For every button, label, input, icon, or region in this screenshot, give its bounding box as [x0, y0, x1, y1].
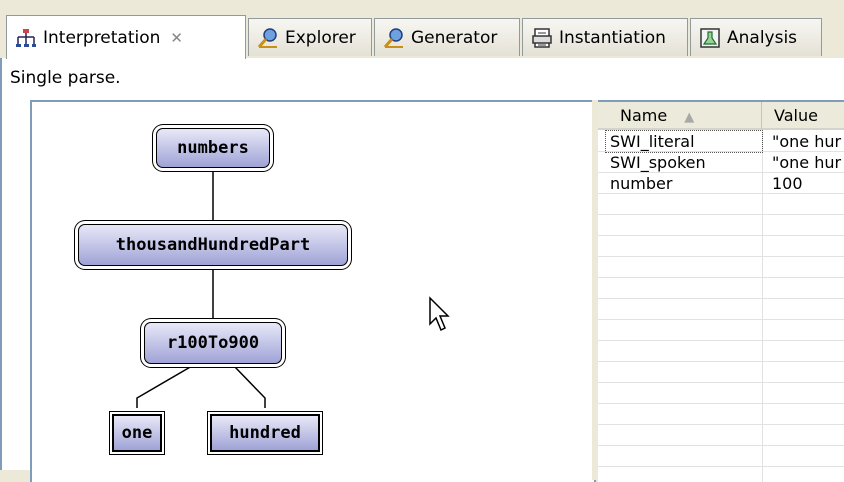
row-divider — [598, 298, 844, 299]
tree-node-root[interactable]: numbers — [156, 128, 270, 168]
column-header-value[interactable]: Value — [762, 102, 844, 130]
property-name-cell[interactable]: number — [606, 173, 762, 194]
tree-node-child[interactable]: thousandHundredPart — [78, 224, 348, 266]
mouse-pointer-icon — [429, 296, 450, 332]
property-value-cell[interactable]: "one hur — [768, 152, 844, 173]
row-divider — [598, 361, 844, 362]
printer-icon — [532, 27, 552, 48]
tab-interpretation[interactable]: Interpretation ✕ — [6, 15, 246, 59]
parse-status: Single parse. — [10, 68, 121, 88]
row-divider — [598, 319, 844, 320]
analysis-icon — [700, 27, 720, 48]
tab-explorer-label: Explorer — [285, 27, 356, 48]
row-divider — [598, 235, 844, 236]
tree-icon — [16, 28, 36, 47]
row-divider — [598, 445, 844, 446]
tab-generator[interactable]: Generator — [374, 18, 520, 56]
row-divider — [598, 277, 844, 278]
row-divider — [598, 214, 844, 215]
property-value-cell[interactable]: 100 — [768, 173, 844, 194]
row-divider — [598, 424, 844, 425]
tab-instantiation[interactable]: Instantiation — [522, 18, 688, 56]
tree-node-grandchild[interactable]: r100To900 — [144, 322, 282, 364]
properties-table: Name ▲ Value SWI_literal "one hur SWI_sp… — [598, 100, 844, 482]
tab-generator-label: Generator — [411, 27, 498, 48]
property-value-cell[interactable]: "one hur — [768, 131, 844, 152]
tab-interpretation-label: Interpretation — [43, 27, 161, 48]
row-divider — [598, 382, 844, 383]
column-header-name-label: Name — [620, 106, 668, 125]
close-icon[interactable]: ✕ — [170, 29, 183, 47]
tab-analysis-label: Analysis — [727, 27, 798, 48]
interpretation-view: Single parse. numbers thousandHundredPar… — [0, 58, 844, 482]
tree-leaf[interactable]: one — [109, 411, 165, 455]
column-divider — [762, 130, 763, 482]
column-header-value-label: Value — [774, 106, 818, 125]
sort-ascending-icon: ▲ — [684, 110, 695, 125]
editor-tab-bar: Interpretation ✕ Explorer Generator Inst… — [0, 0, 844, 62]
tab-explorer[interactable]: Explorer — [248, 18, 372, 56]
row-divider — [598, 340, 844, 341]
parse-tree-canvas[interactable]: numbers thousandHundredPart r100To900 on… — [30, 100, 596, 482]
tree-leaf[interactable]: hundred — [207, 411, 323, 455]
property-name-cell[interactable]: SWI_spoken — [606, 152, 762, 173]
column-header-name[interactable]: Name ▲ — [598, 102, 762, 130]
row-divider — [598, 466, 844, 467]
property-name-cell[interactable]: SWI_literal — [605, 130, 763, 153]
magnifier-icon — [383, 27, 403, 48]
magnifier-icon — [257, 27, 277, 48]
row-divider — [598, 403, 844, 404]
row-divider — [598, 256, 844, 257]
tab-analysis[interactable]: Analysis — [690, 18, 822, 56]
tab-instantiation-label: Instantiation — [559, 27, 666, 48]
